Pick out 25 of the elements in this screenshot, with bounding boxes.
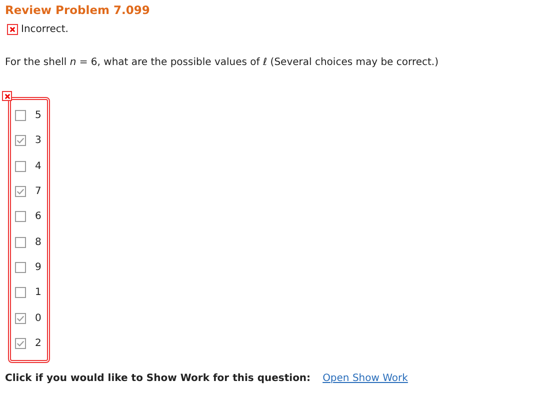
- checkbox[interactable]: [15, 287, 26, 298]
- checkbox[interactable]: [15, 186, 26, 198]
- checkbox[interactable]: [15, 110, 26, 122]
- choice-label: 2: [35, 338, 42, 349]
- choice-label: 0: [35, 312, 42, 324]
- choice-label: 7: [35, 186, 42, 198]
- question-text: For the shell n = 6, what are the possible values of ℓ (Several choices may be correct.): [5, 57, 440, 68]
- result-text: Incorrect.: [21, 24, 68, 35]
- open-show-work-link[interactable]: Open Show Work: [322, 372, 408, 384]
- show-work-prompt: Click if you would like to Show Work for this question:: [5, 372, 311, 384]
- choice-label: 9: [35, 262, 42, 273]
- choice-label: 6: [35, 211, 42, 222]
- choice-label: 5: [35, 110, 42, 122]
- choice-label: 1: [35, 287, 42, 298]
- checkbox[interactable]: [15, 211, 26, 222]
- checkbox[interactable]: [15, 262, 26, 273]
- checkbox[interactable]: [15, 160, 26, 172]
- checkbox[interactable]: [15, 338, 26, 349]
- checkbox[interactable]: [15, 236, 26, 248]
- choice-label: 4: [35, 160, 42, 172]
- checkbox[interactable]: [15, 312, 26, 324]
- choice-label: 3: [35, 135, 42, 146]
- checkbox[interactable]: [15, 135, 26, 146]
- choice-label: 8: [35, 236, 42, 248]
- problem-title: Review Problem 7.099: [5, 3, 151, 19]
